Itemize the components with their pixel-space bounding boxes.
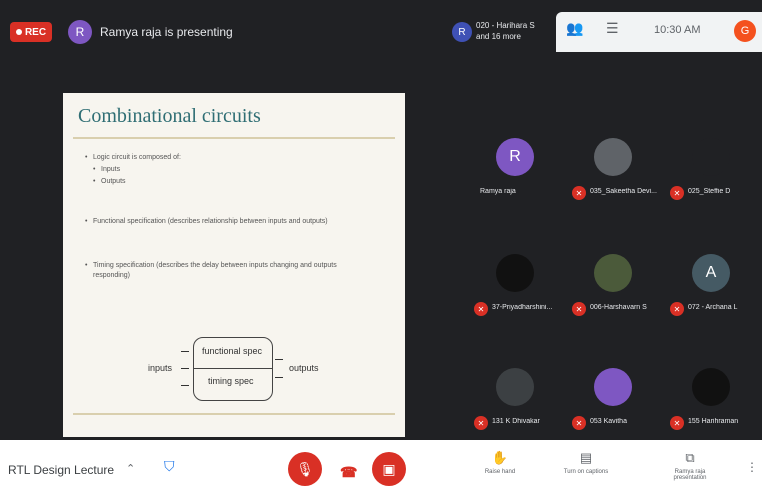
record-dot-icon xyxy=(15,29,22,35)
clock: 10:30 AM xyxy=(654,24,701,36)
user-avatar[interactable]: G xyxy=(734,20,756,42)
participant-tile[interactable]: ✕ 131 K Dhivakar xyxy=(466,348,564,438)
mic-off-icon: ✕ xyxy=(572,302,586,316)
more-options-icon[interactable]: ⋮ xyxy=(746,460,758,474)
participant-avatar xyxy=(594,254,632,292)
participant-avatar xyxy=(496,368,534,406)
participant-name: 025_Steffie D xyxy=(688,188,731,195)
diagram-timing-spec: timing spec xyxy=(208,376,254,386)
presenter-avatar: R xyxy=(68,20,92,44)
participant-tile[interactable]: R Ramya raja xyxy=(466,118,564,208)
participant-tile[interactable]: ✕ 006-Harshavarn S xyxy=(564,234,662,324)
participant-tile[interactable]: ✕ 035_Sakeetha Devi... xyxy=(564,118,662,208)
present-icon: ⧉ xyxy=(685,450,695,465)
presentation-slide: Combinational circuits Logic circuit is … xyxy=(63,93,405,437)
mic-off-icon: ✕ xyxy=(474,302,488,316)
participant-avatar: R xyxy=(496,138,534,176)
participant-tile[interactable]: ✕ 155 Harihraman xyxy=(662,348,760,438)
title-divider xyxy=(73,137,395,139)
diagram-inputs-label: inputs xyxy=(148,363,173,373)
joiner-notification[interactable]: 020 - Harihara S and 16 more xyxy=(476,20,540,42)
mic-off-icon: ✕ xyxy=(670,416,684,430)
participant-avatar xyxy=(594,368,632,406)
hang-up-icon[interactable]: ☎ xyxy=(340,464,357,481)
participant-avatar xyxy=(692,368,730,406)
raise-hand-icon: ✋ xyxy=(491,450,509,465)
top-right-controls: 👥 ☰ 10:30 AM G xyxy=(556,12,762,52)
participant-avatar xyxy=(496,254,534,292)
participant-tile[interactable]: ✕ 053 Kavitha xyxy=(564,348,662,438)
participant-avatar xyxy=(594,138,632,176)
mic-off-icon: ✕ xyxy=(572,416,586,430)
bullet-item: Timing specification (describes the dela… xyxy=(85,261,363,281)
participant-name: 072 - Archana L xyxy=(688,304,738,311)
bottom-bar: RTL Design Lecture ⌃ ⛉ 🎙 ☎ ▣ ✋ Raise han… xyxy=(0,440,762,492)
participant-name: Ramya raja xyxy=(480,188,516,195)
diagram-divider xyxy=(194,368,272,369)
people-icon[interactable]: 👥 xyxy=(566,20,583,37)
slide-title: Combinational circuits xyxy=(78,105,261,127)
input-arrow xyxy=(181,385,189,386)
chat-icon[interactable]: ☰ xyxy=(606,20,619,37)
mic-off-icon: 🎙 xyxy=(296,460,314,477)
participant-avatar xyxy=(692,138,730,176)
raise-hand-button[interactable]: ✋ Raise hand xyxy=(470,450,530,475)
output-arrow xyxy=(275,359,283,360)
diagram-box: functional spec timing spec xyxy=(193,337,273,401)
captions-label: Turn on captions xyxy=(563,469,609,475)
presenting-text: Ramya raja is presenting xyxy=(100,25,233,39)
participant-tile[interactable]: ✕ 025_Steffie D xyxy=(662,118,760,208)
captions-button[interactable]: ▤ Turn on captions xyxy=(556,450,616,475)
participant-name: 37-Priyadharshini... xyxy=(492,304,553,311)
mic-button[interactable]: 🎙 xyxy=(288,452,322,486)
diagram-functional-spec: functional spec xyxy=(202,346,263,356)
participant-name: 035_Sakeetha Devi... xyxy=(590,188,657,195)
mic-off-icon: ✕ xyxy=(474,416,488,430)
camera-button[interactable]: ▣ xyxy=(372,452,406,486)
participant-name: 006-Harshavarn S xyxy=(590,304,647,311)
chevron-up-icon[interactable]: ⌃ xyxy=(126,462,135,475)
mic-off-icon: ✕ xyxy=(670,302,684,316)
meeting-name[interactable]: RTL Design Lecture xyxy=(8,463,114,477)
participant-name: 155 Harihraman xyxy=(688,418,739,425)
present-button[interactable]: ⧉ Ramya raja presentation xyxy=(660,450,720,481)
footer-divider xyxy=(73,413,395,415)
bullet-item: Logic circuit is composed of: xyxy=(85,153,181,163)
recording-badge: REC xyxy=(10,22,52,42)
participant-tile[interactable]: A ✕ 072 - Archana L xyxy=(662,234,760,324)
shield-icon[interactable]: ⛉ xyxy=(164,458,175,475)
input-arrow xyxy=(181,368,189,369)
input-arrow xyxy=(181,351,189,352)
top-bar: REC R Ramya raja is presenting R 020 - H… xyxy=(0,0,762,58)
output-arrow xyxy=(275,377,283,378)
mic-off-icon: ✕ xyxy=(670,186,684,200)
diagram-outputs-label: outputs xyxy=(289,363,319,373)
mic-off-icon: ✕ xyxy=(572,186,586,200)
participant-tile[interactable]: ✕ 37-Priyadharshini... xyxy=(466,234,564,324)
sub-bullet-item: Outputs xyxy=(93,177,125,187)
participant-name: 131 K Dhivakar xyxy=(492,418,540,425)
captions-icon: ▤ xyxy=(579,450,593,465)
raise-hand-label: Raise hand xyxy=(484,469,516,475)
sub-bullet-item: Inputs xyxy=(93,165,120,175)
camera-off-icon: ▣ xyxy=(382,460,396,477)
participant-name: 053 Kavitha xyxy=(590,418,627,425)
joiner-avatar: R xyxy=(452,22,472,42)
present-label: Ramya raja presentation xyxy=(673,469,707,481)
bullet-item: Functional specification (describes rela… xyxy=(85,217,363,227)
rec-label: REC xyxy=(24,26,47,38)
participant-avatar: A xyxy=(692,254,730,292)
